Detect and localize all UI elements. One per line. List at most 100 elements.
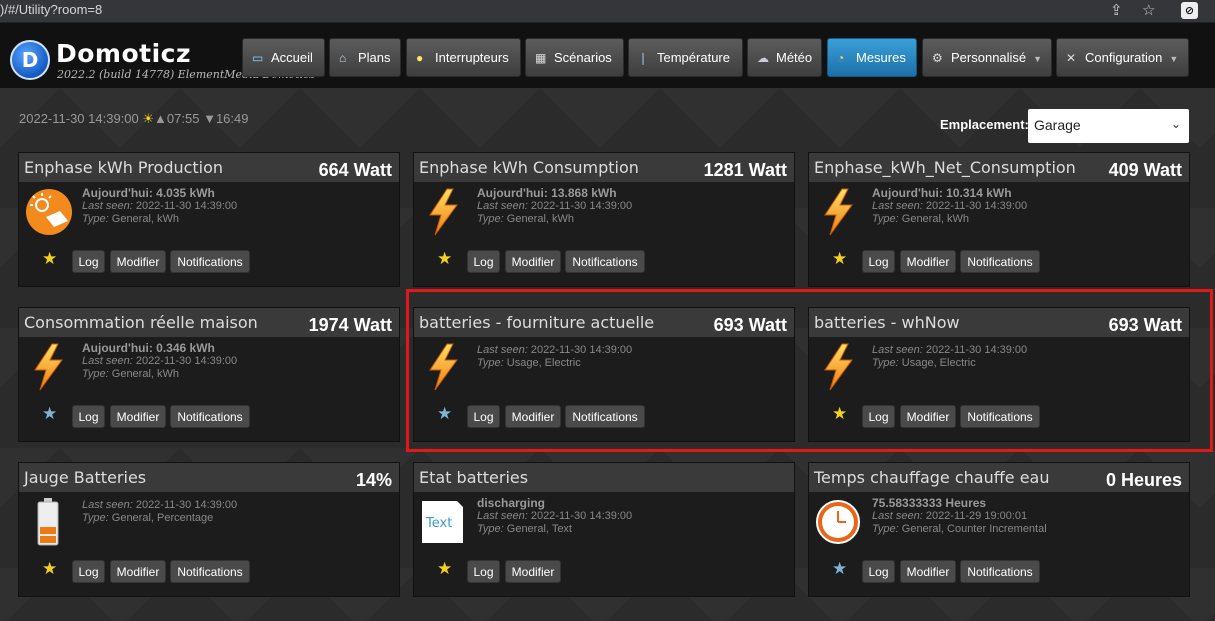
extension-icon[interactable]: ⊘	[1181, 2, 1198, 19]
nav-accueil[interactable]: ▭ Accueil	[242, 38, 325, 77]
lightning-icon[interactable]	[419, 187, 469, 237]
log-button[interactable]: Log	[862, 560, 895, 583]
modify-button[interactable]: Modifier	[110, 405, 166, 428]
type-label: Type:	[82, 368, 109, 380]
domoticz-logo-icon[interactable]: D	[10, 40, 50, 80]
device-name: Enphase kWh Consumption	[419, 158, 639, 177]
modify-button[interactable]: Modifier	[110, 560, 166, 583]
card-header: Jauge Batteries 14%	[19, 463, 399, 492]
device-card: Consommation réelle maison 1974 Watt Aujou…	[18, 307, 400, 442]
modify-button[interactable]: Modifier	[505, 250, 561, 273]
address-bar[interactable]: )/#/Utility?room=8	[0, 2, 102, 17]
share-icon[interactable]: ⇪	[1110, 1, 1123, 19]
device-card: Temps chauffage chauffe eau 0 Heures 75.58…	[808, 462, 1190, 597]
device-value: 14%	[355, 470, 392, 490]
unfavorite-star-icon[interactable]: ★	[42, 404, 57, 424]
type-value: General, kWh	[111, 368, 180, 380]
notifications-button[interactable]: Notifications	[565, 250, 645, 273]
favorite-star-icon[interactable]: ★	[42, 249, 57, 269]
gear-icon: ⚙	[932, 51, 943, 65]
bulb-icon: ●	[416, 51, 424, 65]
clock-icon[interactable]	[814, 497, 864, 547]
device-info: Last seen: 2022-11-30 14:39:00 Type: Gene…	[82, 497, 237, 525]
log-button[interactable]: Log	[862, 250, 895, 273]
lightning-icon[interactable]	[814, 187, 864, 237]
nav-interrupteurs[interactable]: ● Interrupteurs	[406, 38, 521, 77]
card-header: Temps chauffage chauffe eau 0 Heures	[809, 463, 1189, 492]
type-label: Type:	[872, 523, 899, 535]
solar-panel-icon[interactable]	[24, 187, 74, 237]
device-name: Consommation réelle maison	[24, 313, 258, 332]
favorite-star-icon[interactable]: ★	[832, 249, 847, 269]
lightning-icon[interactable]	[24, 342, 74, 392]
sunset-icon: ▼	[203, 111, 216, 126]
battery-icon[interactable]	[24, 497, 74, 547]
device-name: Temps chauffage chauffe eau	[814, 468, 1050, 487]
tools-icon: ✕	[1066, 51, 1077, 65]
device-card: Jauge Batteries 14% Last seen: 2022-11-30 …	[18, 462, 400, 597]
bookmark-star-icon[interactable]: ☆	[1142, 1, 1155, 19]
modify-button[interactable]: Modifier	[900, 560, 956, 583]
device-status-line: Aujourd'hui: 4.035 kWh	[82, 186, 215, 200]
device-name: Jauge Batteries	[24, 468, 147, 487]
current-datetime: 2022-11-30 14:39:00	[19, 111, 139, 126]
nav-mesures[interactable]: ◔ Mesures	[827, 38, 917, 77]
device-value: 1974 Watt	[308, 315, 392, 335]
device-info: Aujourd'hui: 0.346 kWh Last seen: 2022-11…	[82, 342, 237, 381]
favorite-star-icon[interactable]: ★	[42, 559, 57, 579]
type-value: General, Percentage	[111, 512, 214, 524]
notifications-button[interactable]: Notifications	[960, 560, 1040, 583]
device-name: Etat batteries	[419, 468, 529, 487]
date-status: 2022-11-30 14:39:00 ☀▲07:55 ▼16:49	[19, 111, 249, 127]
location-select[interactable]: Garage ⌄	[1028, 109, 1189, 143]
chevron-down-icon: ▼	[1169, 54, 1179, 64]
lastseen-value: 2022-11-30 14:39:00	[530, 200, 633, 212]
type-value: General, kWh	[506, 213, 575, 225]
card-header: Consommation réelle maison 1974 Watt	[19, 308, 399, 337]
nav-personnalise[interactable]: ⚙ Personnalisé ▼	[922, 38, 1052, 77]
house-icon: ⌂	[339, 51, 347, 65]
type-value: General, kWh	[901, 213, 970, 225]
device-info: 75.58333333 Heures Last seen: 2022-11-29 …	[872, 497, 1047, 536]
lastseen-label: Last seen:	[82, 200, 133, 212]
unfavorite-star-icon[interactable]: ★	[832, 559, 847, 579]
notifications-button[interactable]: Notifications	[170, 560, 250, 583]
log-button[interactable]: Log	[72, 405, 105, 428]
card-header: Enphase kWh Production 664 Watt	[19, 153, 399, 182]
favorite-star-icon[interactable]: ★	[437, 559, 452, 579]
log-button[interactable]: Log	[467, 250, 500, 273]
modify-button[interactable]: Modifier	[900, 250, 956, 273]
modify-button[interactable]: Modifier	[110, 250, 166, 273]
lastseen-label: Last seen:	[82, 499, 133, 511]
notifications-button[interactable]: Notifications	[170, 405, 250, 428]
nav-meteo[interactable]: ☁ Météo	[747, 38, 822, 77]
screen-icon: ▭	[252, 51, 264, 65]
cloud-icon: ☁	[757, 51, 769, 65]
notifications-button[interactable]: Notifications	[960, 250, 1040, 273]
notifications-button[interactable]: Notifications	[170, 250, 250, 273]
log-button[interactable]: Log	[72, 250, 105, 273]
nav-plans[interactable]: ⌂ Plans	[329, 38, 401, 77]
brand-title[interactable]: Domoticz	[56, 39, 191, 68]
log-button[interactable]: Log	[72, 560, 105, 583]
nav-configuration[interactable]: ✕ Configuration ▼	[1056, 38, 1189, 77]
location-label: Emplacement:	[940, 117, 1029, 132]
modify-button[interactable]: Modifier	[505, 560, 561, 583]
nav-scenarios[interactable]: ▦ Scénarios	[525, 38, 624, 77]
favorite-star-icon[interactable]: ★	[437, 249, 452, 269]
card-header: Etat batteries	[414, 463, 794, 492]
browser-toolbar: )/#/Utility?room=8 ⇪ ☆ ⊘	[0, 0, 1215, 23]
device-card: Enphase kWh Consumption 1281 Watt Aujourd'…	[413, 152, 795, 287]
location-selected: Garage	[1034, 117, 1081, 133]
type-label: Type:	[82, 213, 109, 225]
lastseen-value: 2022-11-30 14:39:00	[135, 499, 238, 511]
sunrise-icon: ▲	[154, 111, 167, 126]
type-value: General, Counter Incremental	[901, 523, 1047, 535]
text-document-icon[interactable]: Text	[419, 497, 469, 547]
nav-temperature[interactable]: ❘ Température	[628, 38, 743, 77]
type-value: General, kWh	[111, 213, 180, 225]
log-button[interactable]: Log	[467, 560, 500, 583]
device-name: Enphase kWh Production	[24, 158, 224, 177]
device-value: 664 Watt	[318, 160, 392, 180]
lastseen-value: 2022-11-30 14:39:00	[135, 200, 238, 212]
